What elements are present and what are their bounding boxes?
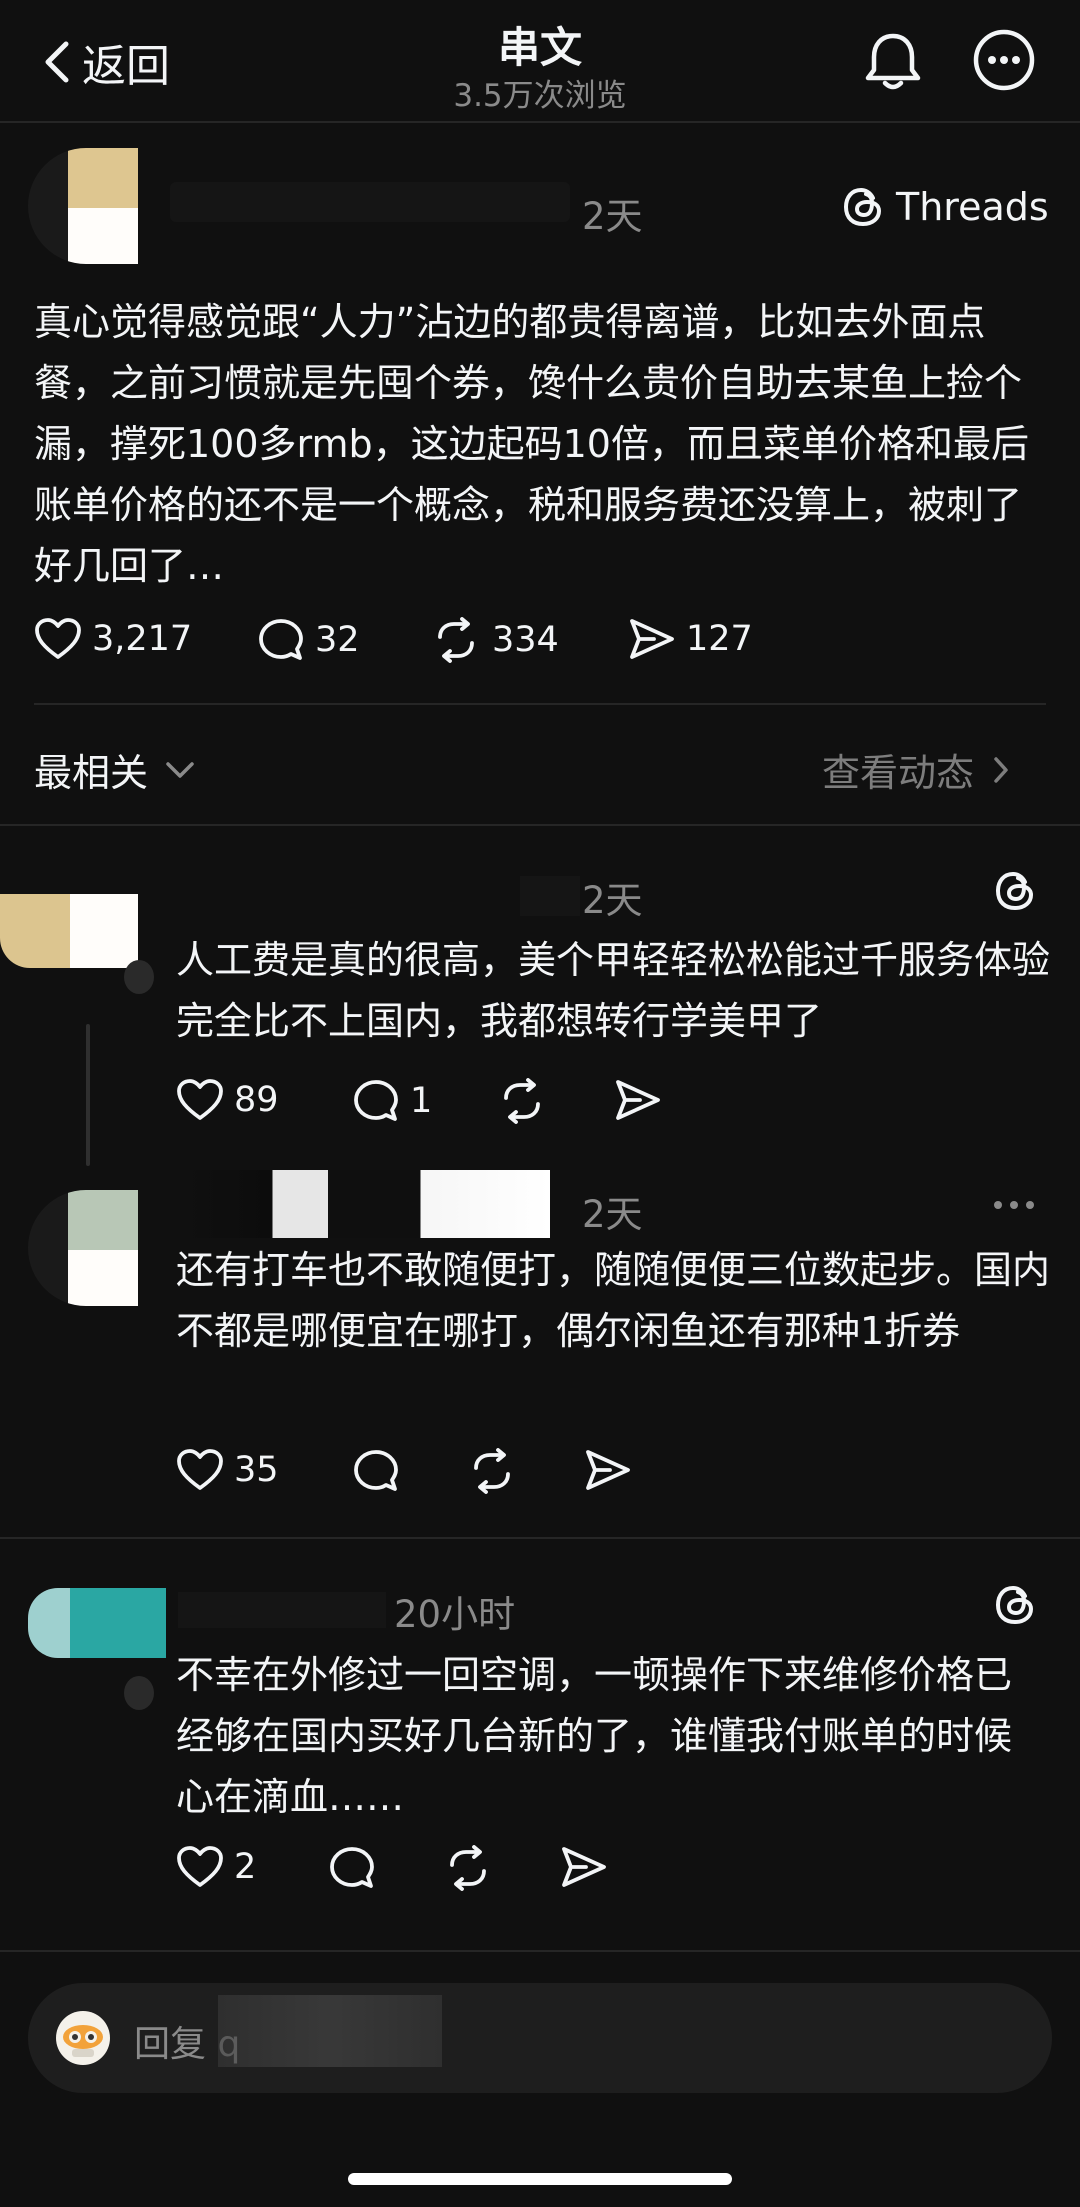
avatar-photo-bottom (68, 1250, 138, 1306)
sort-label: 最相关 (34, 751, 149, 795)
more-options-button[interactable] (972, 28, 1036, 92)
reply-time: 2天 (582, 1193, 643, 1236)
reply-divider (0, 1537, 1080, 1539)
heart-icon (35, 618, 81, 659)
repost-icon (474, 1448, 510, 1494)
repost-count: 334 (492, 620, 559, 660)
reply-comment-button[interactable] (328, 1845, 376, 1891)
reply-like-count: 35 (234, 1450, 279, 1490)
heart-icon (177, 1079, 223, 1120)
repost-button[interactable]: 334 (430, 617, 559, 663)
threads-logo-icon[interactable] (994, 868, 1038, 914)
comment-icon (354, 1450, 398, 1491)
chevron-right-icon (994, 756, 1008, 783)
reply-comment-count: 1 (410, 1081, 433, 1121)
thread-line (86, 1024, 90, 1166)
reply-like-count: 2 (234, 1847, 257, 1887)
reply-time: 2天 (582, 879, 643, 922)
reply-like-button[interactable]: 2 (176, 1845, 256, 1889)
share-count: 127 (686, 619, 753, 659)
reply-name-blur (218, 1995, 442, 2067)
like-button[interactable]: 3,217 (34, 617, 192, 661)
repost-icon (504, 1078, 540, 1124)
home-indicator (348, 2173, 732, 2185)
reply-author-blur (180, 1170, 550, 1238)
reply-avatar-badge (124, 960, 154, 994)
avatar-photo-top (68, 148, 138, 208)
threads-label: Threads (896, 185, 1049, 229)
post-time: 2天 (582, 195, 643, 238)
notification-button[interactable] (860, 28, 926, 94)
like-count: 3,217 (92, 619, 193, 659)
send-icon (616, 1080, 660, 1120)
reply-share-button[interactable] (584, 1448, 632, 1492)
send-icon (630, 619, 674, 659)
send-icon (586, 1450, 630, 1490)
more-horizontal-icon[interactable] (992, 1198, 1036, 1212)
threads-logo-icon (843, 187, 882, 227)
reply-input[interactable]: 回复 q (28, 1983, 1052, 2093)
comment-icon (354, 1080, 398, 1121)
author-name-blur (170, 182, 570, 222)
reply-text: 还有打车也不敢随便打，随随便便三位数起步。国内不都是哪便宜在哪打，偶尔闲鱼还有那… (176, 1248, 1051, 1353)
footer-divider (0, 1950, 1080, 1952)
more-horizontal-icon (973, 29, 1035, 91)
reply-repost-button[interactable] (496, 1078, 548, 1124)
user-avatar (56, 2011, 110, 2065)
author-avatar[interactable] (28, 148, 138, 264)
threads-link[interactable]: Threads (842, 184, 1049, 230)
reply-avatar[interactable] (28, 1588, 166, 1658)
reply-like-button[interactable]: 89 (176, 1078, 279, 1122)
comment-icon (259, 619, 303, 660)
chevron-down-icon (166, 761, 194, 778)
repost-icon (450, 1845, 486, 1891)
comment-button[interactable]: 32 (257, 617, 360, 663)
reply-text: 人工费是真的很高，美个甲轻轻松松能过千服务体验完全比不上国内，我都想转行学美甲了 (176, 938, 1051, 1043)
reply-repost-button[interactable] (442, 1845, 494, 1891)
reply-comment-button[interactable]: 1 (352, 1078, 432, 1124)
heart-icon (177, 1846, 223, 1887)
reply-text: 不幸在外修过一回空调，一顿操作下来维修价格已经够在国内买好几台新的了，谁懂我付账… (176, 1653, 1013, 1819)
repost-icon (438, 617, 474, 663)
reply-repost-button[interactable] (466, 1448, 518, 1494)
avatar-photo-top (68, 1190, 138, 1250)
avatar-photo-bottom (68, 208, 138, 264)
share-button[interactable]: 127 (628, 617, 753, 661)
reply-like-button[interactable]: 35 (176, 1448, 279, 1492)
reply-avatar[interactable] (28, 1190, 138, 1306)
sort-dropdown[interactable]: 最相关 (34, 742, 198, 797)
reply-author-blur (178, 1592, 386, 1628)
heart-icon (177, 1449, 223, 1490)
threads-logo-icon[interactable] (994, 1582, 1038, 1628)
view-activity-link[interactable]: 查看动态 (822, 742, 1016, 797)
comment-count: 32 (315, 620, 360, 660)
reply-avatar[interactable] (0, 894, 138, 968)
reply-comment-button[interactable] (352, 1448, 400, 1494)
reply-like-count: 89 (234, 1080, 279, 1120)
reply-author-blur (520, 876, 580, 916)
comment-icon (330, 1847, 374, 1888)
bell-icon (865, 33, 921, 90)
send-icon (562, 1847, 606, 1887)
reply-share-button[interactable] (614, 1078, 662, 1122)
sort-divider (0, 824, 1080, 826)
activity-label: 查看动态 (822, 751, 975, 795)
reply-avatar-badge (124, 1676, 154, 1710)
post-divider (34, 703, 1046, 705)
reply-share-button[interactable] (560, 1845, 608, 1889)
reply-time: 20小时 (394, 1593, 516, 1636)
avatar-face-icon (63, 2025, 103, 2057)
header-divider (0, 121, 1080, 123)
post-text: 真心觉得感觉跟“人力”沾边的都贵得离谱，比如去外面点餐，之前习惯就是先囤个券，馋… (34, 300, 1029, 588)
